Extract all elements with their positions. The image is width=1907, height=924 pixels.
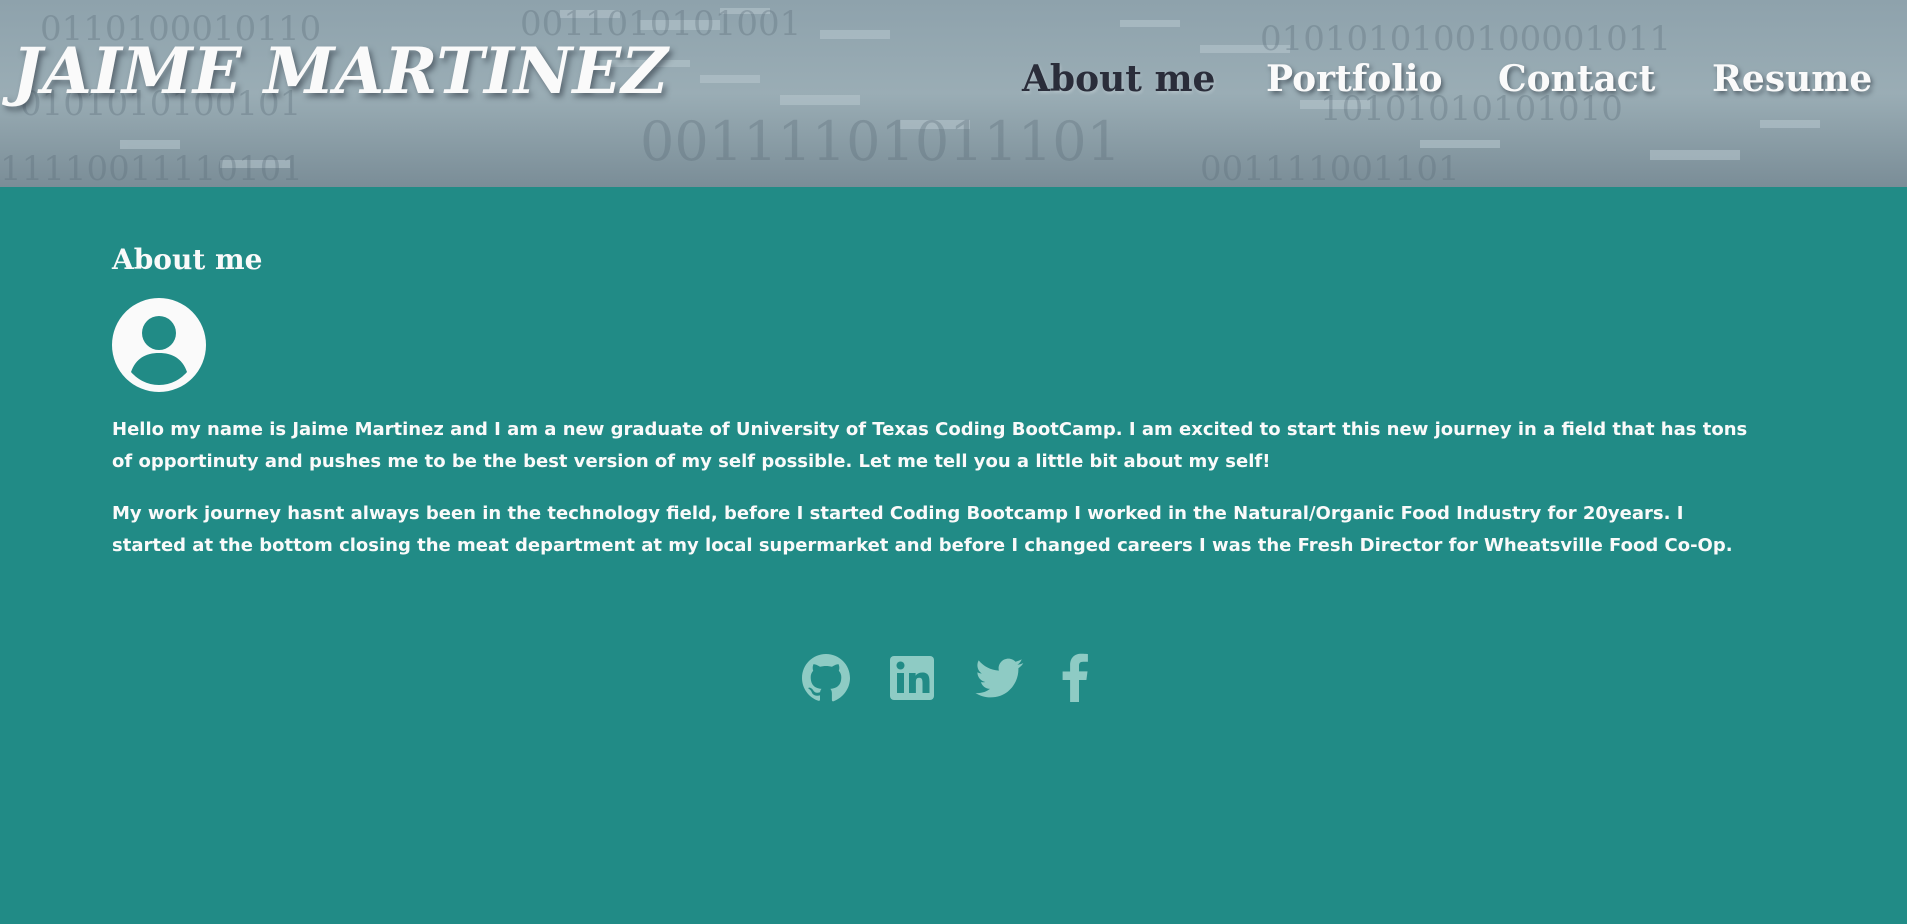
twitter-icon[interactable]: [973, 652, 1025, 704]
nav-about-me[interactable]: About me: [1022, 58, 1215, 100]
linkedin-icon[interactable]: [886, 652, 938, 704]
facebook-icon[interactable]: [1050, 652, 1102, 704]
svg-text:11110011110101: 11110011110101: [0, 149, 303, 187]
section-title: About me: [112, 243, 263, 276]
social-links: [0, 652, 1907, 704]
about-section: About me Hello my name is Jaime Martinez…: [112, 240, 1752, 562]
site-header: 0110100010110 0101010100101 111100111101…: [0, 0, 1907, 187]
nav-portfolio[interactable]: Portfolio: [1266, 58, 1443, 100]
about-paragraph-2: My work journey hasnt always been in the…: [112, 503, 1733, 556]
nav-resume[interactable]: Resume: [1712, 58, 1872, 100]
main-nav: About me Portfolio Contact Resume: [0, 58, 1907, 118]
about-paragraph-1: Hello my name is Jaime Martinez and I am…: [112, 419, 1748, 472]
github-icon[interactable]: [800, 652, 852, 704]
svg-text:0101010100100001011: 0101010100100001011: [1260, 19, 1671, 59]
nav-contact[interactable]: Contact: [1498, 58, 1655, 100]
svg-text:00111101011101: 00111101011101: [640, 110, 1121, 173]
user-circle-icon: [112, 298, 206, 392]
svg-text:001111001101: 001111001101: [1200, 149, 1460, 187]
